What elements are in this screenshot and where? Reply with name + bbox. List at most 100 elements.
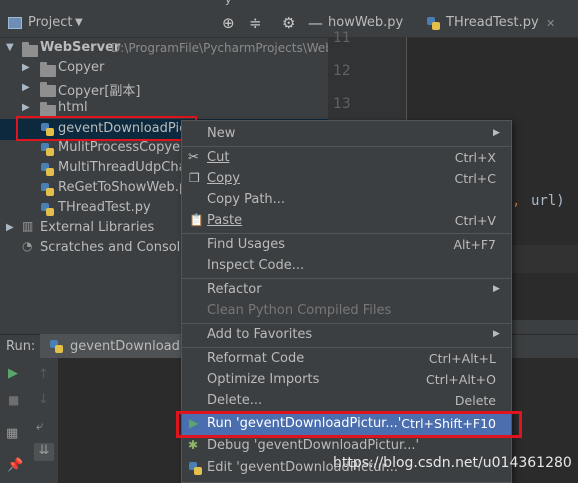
collapse-icon[interactable]: ≑ <box>249 14 262 32</box>
tree-root-path: D:\ProgramFile\PycharmProjects\Web <box>111 41 333 55</box>
file-label: THreadTest.py <box>58 200 151 215</box>
tree-root-row[interactable]: ▼ WebServer D:\ProgramFile\PycharmProjec… <box>0 39 333 59</box>
expand-arrow-icon[interactable]: ▶ <box>6 222 14 233</box>
submenu-arrow-icon: ▶ <box>493 128 500 138</box>
menu-item-clean-compiled: Clean Python Compiled Files <box>182 300 511 322</box>
menu-item-new[interactable]: New ▶ <box>182 123 511 145</box>
file-label: ReGetToShowWeb.py <box>58 180 195 195</box>
folder-icon <box>22 42 38 57</box>
tree-folder-copyer-copy[interactable]: ▶ Copyer[副本] <box>0 79 328 99</box>
submenu-arrow-icon: ▶ <box>493 329 500 339</box>
soft-wrap-icon[interactable]: ⤶ <box>36 419 43 434</box>
external-libraries-label: External Libraries <box>40 220 155 235</box>
menu-label: Copy Path... <box>207 192 286 207</box>
menu-label: Copy <box>207 171 240 186</box>
line-number: 11 <box>333 30 351 46</box>
run-highlight-box <box>176 411 522 438</box>
folder-label: Copyer[副本] <box>58 84 141 99</box>
menu-label: Inspect Code... <box>207 258 305 273</box>
arrow-down-icon[interactable]: ↓ <box>38 392 49 407</box>
expand-arrow-icon[interactable]: ▶ <box>22 62 30 73</box>
tree-folder-copyer[interactable]: ▶ Copyer <box>0 59 328 79</box>
menu-label: Optimize Imports <box>207 372 320 387</box>
menu-shortcut: Ctrl+Alt+L <box>428 351 496 366</box>
arrow-up-icon[interactable]: ↑ <box>38 367 49 382</box>
menu-label: Add to Favorites <box>207 327 313 342</box>
library-icon: ▥ <box>22 219 34 233</box>
menu-item-inspect-code[interactable]: Inspect Code... <box>182 255 511 277</box>
paste-icon: 📋 <box>189 213 204 227</box>
menu-item-find-usages[interactable]: Find Usages Alt+F7 <box>182 234 511 256</box>
tab-howweb[interactable]: howWeb.py <box>328 15 403 30</box>
menu-label: Clean Python Compiled Files <box>207 303 392 318</box>
run-play-icon[interactable]: ▶ <box>8 366 18 381</box>
gear-icon[interactable]: ⚙ <box>282 14 295 32</box>
tree-root-label: WebServer <box>40 40 121 55</box>
menu-item-delete[interactable]: Delete... Delete <box>182 390 511 412</box>
project-title[interactable]: Project <box>28 15 72 30</box>
scissors-icon: ✂ <box>188 150 199 165</box>
layout-icon[interactable]: ▦ <box>6 426 18 441</box>
menu-label: Reformat Code <box>207 351 305 366</box>
python-file-icon <box>427 17 440 30</box>
expand-arrow-icon[interactable]: ▼ <box>6 42 14 53</box>
minimize-icon[interactable]: — <box>308 14 323 32</box>
project-window-icon <box>8 17 22 29</box>
menu-item-reformat[interactable]: Reformat Code Ctrl+Alt+L <box>182 348 511 370</box>
expand-arrow-icon[interactable]: ▶ <box>22 102 30 113</box>
menu-item-paste[interactable]: 📋 Paste Ctrl+V <box>182 210 511 232</box>
run-tab-label: geventDownloadPic <box>70 339 199 354</box>
menu-item-cut[interactable]: ✂ Cut Ctrl+X <box>182 147 511 169</box>
menu-label: Find Usages <box>207 237 286 252</box>
python-file-icon <box>41 163 54 176</box>
menu-shortcut: Ctrl+Alt+O <box>426 372 496 387</box>
bug-icon: ✱ <box>188 438 199 452</box>
watermark: https://blog.csdn.net/u014361280 <box>333 455 572 471</box>
python-file-icon <box>50 340 63 353</box>
menu-shortcut: Delete <box>454 393 496 408</box>
file-label: MultiThreadUdpChat. <box>58 160 196 175</box>
python-file-icon <box>41 183 54 196</box>
tab-threadtest[interactable]: THreadTest.py <box>446 15 539 30</box>
menu-label: Debug 'geventDownloadPictur...' <box>207 438 420 453</box>
title-remnant: y <box>225 0 232 6</box>
title-strip <box>0 0 578 10</box>
scratches-label: Scratches and Consoles <box>40 240 196 255</box>
menu-label: Delete... <box>207 393 263 408</box>
menu-shortcut: Ctrl+C <box>454 171 496 186</box>
menu-item-add-favorites[interactable]: Add to Favorites ▶ <box>182 324 511 346</box>
folder-label: html <box>58 100 88 115</box>
menu-item-copy-path[interactable]: Copy Path... <box>182 189 511 211</box>
code-text: url) <box>531 193 565 209</box>
python-file-icon <box>41 203 54 216</box>
menu-item-copy[interactable]: ❐ Copy Ctrl+C <box>182 168 511 190</box>
run-label: Run: <box>6 339 36 354</box>
menu-label: Refactor <box>207 282 262 297</box>
scratches-icon: ◔ <box>22 239 33 253</box>
close-icon[interactable]: ✕ <box>546 17 555 30</box>
file-label: MulitProcessCopyer.p <box>58 140 197 155</box>
menu-label: Cut <box>207 150 230 165</box>
chevron-down-icon[interactable]: ▼ <box>75 17 83 28</box>
menu-shortcut: Ctrl+X <box>454 150 496 165</box>
menu-item-debug[interactable]: ✱ Debug 'geventDownloadPictur...' <box>182 435 511 457</box>
menu-label: New <box>207 126 236 141</box>
line-number: 13 <box>333 96 351 112</box>
scroll-to-end-icon[interactable]: ⇊ <box>34 443 54 461</box>
folder-label: Copyer <box>58 60 105 75</box>
menu-shortcut: Alt+F7 <box>453 237 496 252</box>
python-file-icon <box>189 462 202 475</box>
folder-icon <box>40 62 56 77</box>
target-icon[interactable]: ⊕ <box>222 14 235 32</box>
stop-icon[interactable]: ■ <box>8 393 19 407</box>
pin-icon[interactable]: 📌 <box>7 458 23 473</box>
code-comma: , <box>512 193 521 209</box>
menu-label: Paste <box>207 213 243 228</box>
python-file-icon <box>41 143 54 156</box>
submenu-arrow-icon: ▶ <box>493 284 500 294</box>
menu-item-optimize-imports[interactable]: Optimize Imports Ctrl+Alt+O <box>182 369 511 391</box>
menu-item-refactor[interactable]: Refactor ▶ <box>182 279 511 301</box>
expand-arrow-icon[interactable]: ▶ <box>22 82 30 93</box>
folder-icon <box>40 82 56 97</box>
menu-shortcut: Ctrl+V <box>454 213 496 228</box>
